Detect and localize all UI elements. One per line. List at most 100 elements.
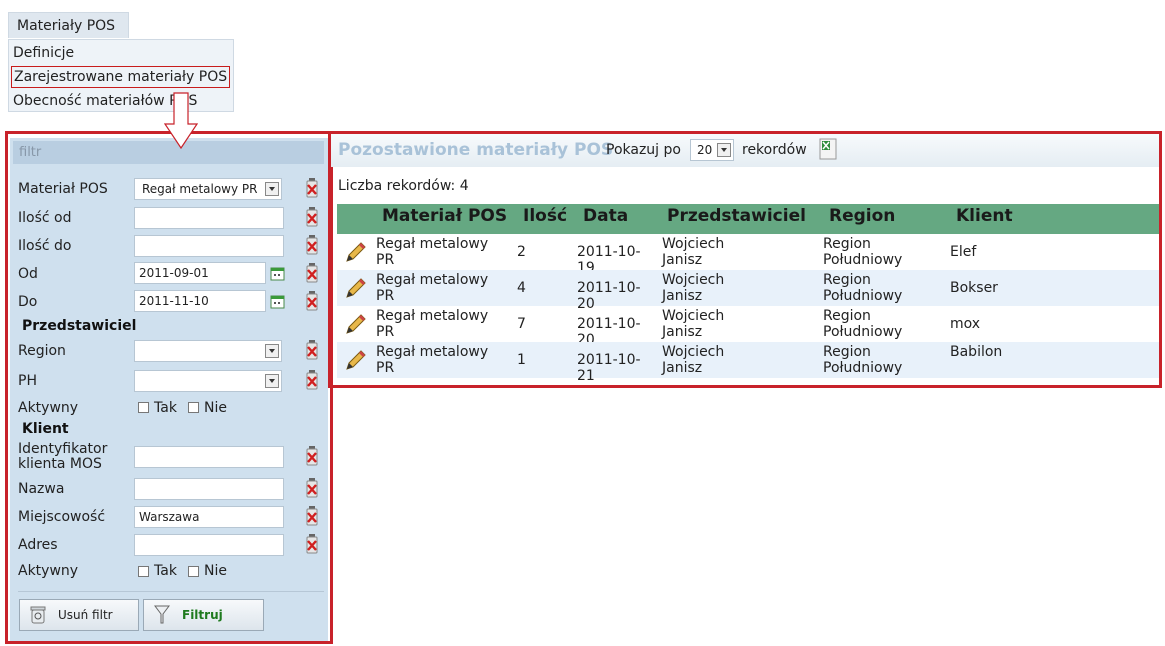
cell-client: mox xyxy=(950,316,981,332)
address-label: Adres xyxy=(18,537,58,553)
cell-rep: Wojciech Janisz xyxy=(662,272,725,304)
client-section-title: Klient xyxy=(22,421,69,437)
name-label: Nazwa xyxy=(18,481,65,497)
date-to-label: Do xyxy=(18,294,38,310)
cell-material: Regał metalowy PR xyxy=(376,272,489,304)
apply-filter-button[interactable]: Filtruj xyxy=(143,599,264,631)
client-active-yes-checkbox[interactable] xyxy=(138,566,149,577)
clear-address-icon[interactable] xyxy=(304,534,320,554)
cell-region: Region Południowy xyxy=(823,272,903,304)
client-active-yes-label: Tak xyxy=(154,563,177,579)
clear-date-to-icon[interactable] xyxy=(304,291,320,311)
record-count: Liczba rekordów: 4 xyxy=(338,178,469,194)
edit-pencil-icon[interactable] xyxy=(344,240,368,264)
clear-date-from-icon[interactable] xyxy=(304,263,320,283)
page-size-label: Pokazuj po xyxy=(606,142,681,158)
clear-name-icon[interactable] xyxy=(304,478,320,498)
calendar-to-icon[interactable] xyxy=(270,294,285,309)
chevron-down-icon xyxy=(717,143,731,157)
cell-material: Regał metalowy PR xyxy=(376,308,489,340)
cell-client: Elef xyxy=(950,244,977,260)
qty-from-label: Ilość od xyxy=(18,210,72,226)
client-active-label: Aktywny xyxy=(18,563,79,579)
col-region[interactable]: Region xyxy=(829,206,895,226)
cell-material: Regał metalowy PR xyxy=(376,344,489,376)
cell-date: 2011-10-21 xyxy=(577,352,641,384)
filter-divider xyxy=(18,591,324,592)
funnel-icon xyxy=(154,605,170,624)
ph-label: PH xyxy=(18,373,37,389)
city-label: Miejscowość xyxy=(18,509,106,525)
calendar-from-icon[interactable] xyxy=(270,266,285,281)
clear-region-icon[interactable] xyxy=(304,340,320,360)
page-size-select[interactable]: 20 xyxy=(690,139,734,161)
client-active-no-label: Nie xyxy=(204,563,227,579)
menu-item-definicje[interactable]: Definicje xyxy=(12,42,74,64)
material-select[interactable]: Regał metalowy PR xyxy=(134,178,282,200)
remove-filter-label: Usuń filtr xyxy=(58,608,113,622)
chevron-down-icon xyxy=(265,182,279,196)
clear-city-icon[interactable] xyxy=(304,506,320,526)
clear-qty-from-icon[interactable] xyxy=(304,207,320,227)
records-label: rekordów xyxy=(742,142,807,158)
material-label: Materiał POS xyxy=(18,181,108,197)
clear-qty-to-icon[interactable] xyxy=(304,235,320,255)
excel-export-icon[interactable] xyxy=(819,138,837,160)
cell-rep: Wojciech Janisz xyxy=(662,344,725,376)
date-to-input[interactable]: 2011-11-10 xyxy=(134,290,266,312)
chevron-down-icon xyxy=(265,374,279,388)
date-from-label: Od xyxy=(18,266,38,282)
cell-qty: 1 xyxy=(517,352,526,368)
menu-item-zarejestrowane[interactable]: Zarejestrowane materiały POS xyxy=(11,66,231,88)
clear-ph-icon[interactable] xyxy=(304,370,320,390)
edit-pencil-icon[interactable] xyxy=(344,348,368,372)
cell-region: Region Południowy xyxy=(823,344,903,376)
qty-to-input[interactable] xyxy=(134,235,284,257)
apply-filter-label: Filtruj xyxy=(182,608,223,622)
edit-pencil-icon[interactable] xyxy=(344,276,368,300)
cell-qty: 7 xyxy=(517,316,526,332)
col-client[interactable]: Klient xyxy=(956,206,1013,226)
menu-tab-materialy-pos[interactable]: Materiały POS xyxy=(8,12,129,38)
down-arrow-icon xyxy=(164,92,198,150)
chevron-down-icon xyxy=(265,344,279,358)
date-from-input[interactable]: 2011-09-01 xyxy=(134,262,266,284)
region-label: Region xyxy=(18,343,66,359)
cell-region: Region Południowy xyxy=(823,308,903,340)
remove-filter-button[interactable]: Usuń filtr xyxy=(19,599,139,631)
cell-client: Babilon xyxy=(950,344,1003,360)
material-select-value: Regał metalowy PR xyxy=(142,182,258,196)
cell-qty: 2 xyxy=(517,244,526,260)
client-id-input[interactable] xyxy=(134,446,284,468)
clear-material-icon[interactable] xyxy=(304,178,320,198)
results-title: Pozostawione materiały POS xyxy=(338,140,614,160)
qty-from-input[interactable] xyxy=(134,207,284,229)
col-rep[interactable]: Przedstawiciel xyxy=(667,206,806,226)
client-active-no-checkbox[interactable] xyxy=(188,566,199,577)
rep-active-yes-checkbox[interactable] xyxy=(138,402,149,413)
cell-rep: Wojciech Janisz xyxy=(662,236,725,268)
city-input[interactable]: Warszawa xyxy=(134,506,284,528)
rep-active-label: Aktywny xyxy=(18,400,79,416)
rep-section-title: Przedstawiciel xyxy=(22,318,137,334)
client-id-label: Identyfikator klienta MOS xyxy=(18,441,108,472)
ph-select[interactable] xyxy=(134,370,282,392)
name-input[interactable] xyxy=(134,478,284,500)
rep-active-no-label: Nie xyxy=(204,400,227,416)
cell-qty: 4 xyxy=(517,280,526,296)
clear-client-id-icon[interactable] xyxy=(304,446,320,466)
page-size-value: 20 xyxy=(697,143,713,157)
edit-pencil-icon[interactable] xyxy=(344,312,368,336)
region-select[interactable] xyxy=(134,340,282,362)
rep-active-yes-label: Tak xyxy=(154,400,177,416)
col-date[interactable]: Data xyxy=(583,206,628,226)
qty-to-label: Ilość do xyxy=(18,238,72,254)
cell-client: Bokser xyxy=(950,280,998,296)
col-qty[interactable]: Ilość xyxy=(523,206,567,226)
rep-active-no-checkbox[interactable] xyxy=(188,402,199,413)
cell-rep: Wojciech Janisz xyxy=(662,308,725,340)
trash-icon xyxy=(30,606,46,624)
col-material[interactable]: Materiał POS xyxy=(382,206,507,226)
cell-material: Regał metalowy PR xyxy=(376,236,489,268)
address-input[interactable] xyxy=(134,534,284,556)
